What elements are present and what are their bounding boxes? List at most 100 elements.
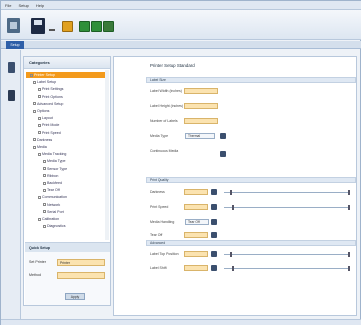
tree-item-label: Layout — [42, 116, 53, 121]
tree-item[interactable]: Sensor Type — [43, 166, 67, 172]
warning-icon[interactable] — [62, 21, 73, 32]
spin-icon[interactable] — [211, 204, 217, 210]
value-slider[interactable] — [224, 254, 350, 255]
tree-item-label: Print Options — [42, 94, 63, 99]
field-input[interactable] — [184, 189, 208, 195]
status-bar — [1, 319, 361, 325]
method-field[interactable] — [57, 272, 105, 279]
tree-item[interactable]: Network — [43, 202, 60, 208]
spin-icon[interactable] — [211, 265, 217, 271]
slider-thumb[interactable] — [232, 205, 234, 210]
expand-icon[interactable] — [43, 174, 46, 178]
expand-icon[interactable] — [33, 145, 36, 149]
field-input[interactable]: Tear Off — [185, 219, 209, 225]
expand-icon[interactable] — [33, 109, 36, 113]
field-input[interactable] — [184, 251, 208, 257]
connect-icon[interactable] — [79, 21, 90, 32]
menu-file[interactable]: File — [5, 3, 11, 8]
tree-item[interactable]: Backfeed — [43, 180, 62, 186]
tree-item-label: Diagnostics — [47, 224, 66, 229]
tree-scrollbar[interactable] — [105, 70, 109, 240]
tree-item[interactable]: Media Tracking — [38, 151, 66, 157]
tree-item[interactable]: Print Speed — [38, 130, 61, 136]
tree-item[interactable]: Print Options — [38, 94, 63, 100]
expand-icon[interactable] — [38, 195, 41, 199]
spin-icon[interactable] — [211, 232, 217, 238]
slider-thumb[interactable] — [232, 266, 234, 271]
tree-item[interactable]: Print Settings — [38, 86, 63, 92]
expand-icon[interactable] — [43, 210, 46, 214]
spin-icon[interactable] — [211, 189, 217, 195]
tree-item[interactable]: Options — [33, 108, 49, 114]
tab-setup[interactable]: Setup — [6, 41, 24, 49]
expand-icon[interactable] — [38, 131, 41, 135]
field-input[interactable] — [184, 232, 208, 238]
value-slider[interactable] — [224, 192, 350, 193]
save-icon[interactable] — [31, 18, 45, 34]
field-input[interactable] — [184, 265, 208, 271]
dropdown-icon[interactable] — [220, 133, 226, 139]
expand-icon[interactable] — [43, 167, 46, 171]
printer-icon[interactable] — [8, 62, 15, 73]
tree-item[interactable]: Darkness — [33, 137, 52, 143]
field-label: Media Type — [150, 134, 169, 138]
value-slider[interactable] — [224, 207, 350, 208]
media-type-select[interactable]: Thermal — [185, 133, 215, 139]
field-input[interactable] — [184, 118, 218, 124]
slider-thumb[interactable] — [230, 190, 232, 195]
field-input[interactable] — [184, 204, 208, 210]
expand-icon[interactable] — [33, 138, 36, 142]
open-icon[interactable] — [7, 18, 20, 33]
tree-item-label: Advanced Setup — [37, 101, 64, 106]
tree-item[interactable]: Label Setup — [33, 79, 56, 85]
tree-item[interactable]: Layout — [38, 115, 53, 121]
apply-button[interactable]: Apply — [65, 293, 85, 300]
section-header: Print Quality — [146, 177, 356, 183]
settings-icon[interactable] — [103, 21, 114, 32]
menu-help[interactable]: Help — [36, 3, 44, 8]
toggle-icon[interactable] — [220, 151, 226, 157]
expand-icon[interactable] — [43, 224, 46, 228]
expand-icon[interactable] — [38, 95, 41, 99]
set-printer-field[interactable]: Printer — [57, 259, 105, 266]
spin-icon[interactable] — [211, 219, 217, 225]
tree-item[interactable]: Serial Port — [43, 209, 64, 215]
set-printer-label: Set Printer — [29, 260, 46, 264]
value-slider[interactable] — [224, 268, 350, 269]
menu-setup[interactable]: Setup — [18, 3, 28, 8]
expand-icon[interactable] — [43, 188, 46, 192]
tree-item-label: Printer Setup — [34, 73, 55, 77]
tree-item[interactable]: Tear Off — [43, 187, 60, 193]
slider-thumb[interactable] — [230, 252, 232, 257]
expand-icon[interactable] — [38, 116, 41, 120]
expand-icon[interactable] — [30, 73, 33, 77]
spin-icon[interactable] — [211, 251, 217, 257]
tree-item[interactable]: Calibration — [38, 216, 59, 222]
expand-icon[interactable] — [33, 80, 36, 84]
tree-item[interactable]: Printer Setup — [26, 72, 106, 78]
tree-item[interactable]: Print Mode — [38, 122, 59, 128]
tree-item[interactable]: Advanced Setup — [33, 101, 63, 107]
tree-item[interactable]: Communication — [38, 194, 67, 200]
tree-item-label: Media — [37, 145, 47, 149]
expand-icon[interactable] — [38, 87, 41, 91]
expand-icon[interactable] — [43, 203, 46, 207]
method-label: Method — [29, 273, 41, 277]
print-icon[interactable] — [91, 21, 102, 32]
expand-icon[interactable] — [33, 102, 36, 106]
expand-icon[interactable] — [38, 152, 41, 156]
document-icon[interactable] — [8, 90, 15, 101]
tree-item-label: Backfeed — [47, 181, 62, 185]
tree-item-label: Serial Port — [47, 209, 64, 214]
expand-icon[interactable] — [43, 159, 46, 163]
field-input[interactable] — [184, 103, 218, 109]
tree-item[interactable]: Ribbon — [43, 173, 58, 179]
field-input[interactable] — [184, 88, 218, 94]
tree-item[interactable]: Media Type — [43, 158, 66, 164]
field-label: Media Handling — [150, 220, 175, 224]
expand-icon[interactable] — [38, 123, 41, 127]
expand-icon[interactable] — [43, 181, 46, 185]
tree-item[interactable]: Media — [33, 144, 47, 150]
tree-item[interactable]: Diagnostics — [43, 223, 66, 229]
expand-icon[interactable] — [38, 217, 41, 221]
